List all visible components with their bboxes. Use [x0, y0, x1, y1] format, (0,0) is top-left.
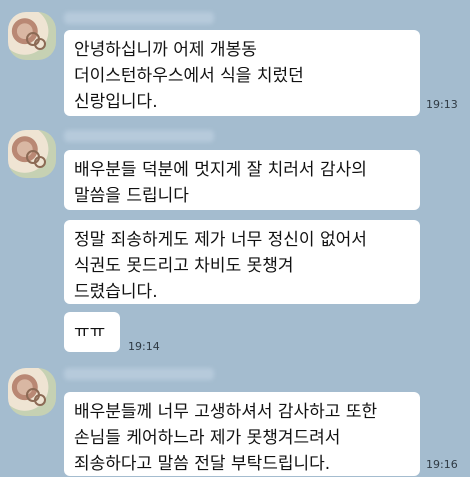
sender-avatar[interactable]: [8, 130, 56, 178]
message-bubble[interactable]: ㅠㅠ: [64, 312, 120, 352]
sender-name-blurred: [64, 12, 214, 24]
message-time: 19:14: [128, 340, 160, 353]
message-time: 19:16: [426, 458, 458, 471]
sender-name-blurred: [64, 130, 214, 142]
message-bubble[interactable]: 배우분들께 너무 고생하셔서 감사하고 또한 손님들 케어하느라 제가 못챙겨드…: [64, 392, 420, 476]
sender-name-blurred: [64, 368, 214, 380]
message-bubble[interactable]: 배우분들 덕분에 멋지게 잘 치러서 감사의 말씀을 드립니다: [64, 150, 420, 210]
sender-avatar[interactable]: [8, 368, 56, 416]
message-bubble[interactable]: 정말 죄송하게도 제가 너무 정신이 없어서 식권도 못드리고 차비도 못챙겨 …: [64, 220, 420, 304]
sender-avatar[interactable]: [8, 12, 56, 60]
message-bubble[interactable]: 안녕하십니까 어제 개봉동 더이스턴하우스에서 식을 치렀던 신랑입니다.: [64, 30, 420, 116]
message-time: 19:13: [426, 98, 458, 111]
